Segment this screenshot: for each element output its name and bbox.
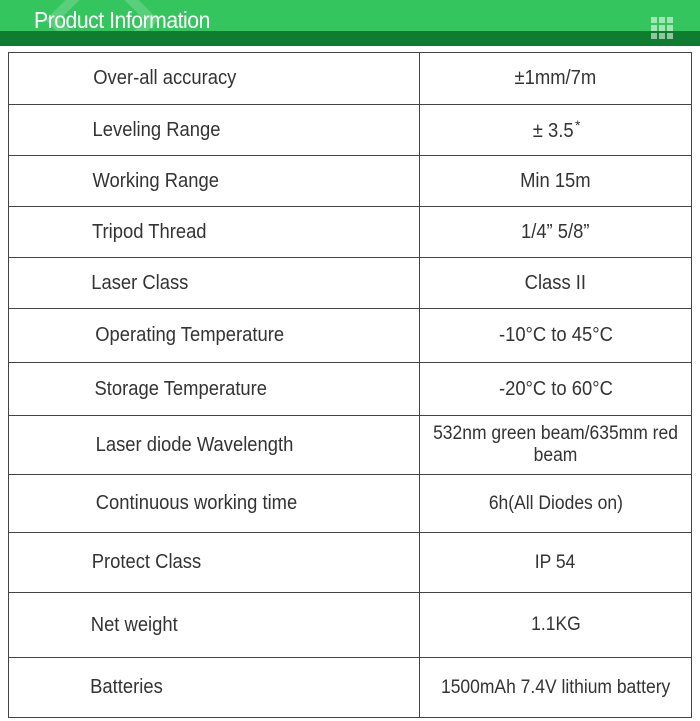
spec-label-cell: Leveling Range — [8, 104, 420, 156]
spec-value: -20°C to 60°C — [498, 377, 613, 400]
spec-label-cell: Tripod Thread — [8, 206, 420, 258]
spec-row: Batteries 1500mAh 7.4V lithium battery — [8, 657, 692, 718]
spec-label-cell: Continuous working time — [8, 474, 420, 533]
spec-label-cell: Working Range — [8, 155, 420, 207]
spec-label: Operating Temperature — [95, 324, 285, 346]
spec-label: Net weight — [90, 613, 178, 636]
spec-value: 6h(All Diodes on) — [488, 492, 623, 514]
spec-table: Over-all accuracy ±1mm/7m Leveling Range ± … — [8, 52, 692, 718]
spec-label-cell: Laser diode Wavelength — [8, 415, 420, 475]
spec-label: Over-all accuracy — [93, 67, 237, 89]
spec-label: Tripod Thread — [91, 220, 207, 243]
spec-row: Storage Temperature -20°C to 60°C — [8, 362, 692, 416]
grid-icon — [651, 17, 673, 39]
spec-label-cell: Storage Temperature — [8, 362, 420, 416]
spec-label: Continuous working time — [95, 492, 298, 514]
spec-value: ±1mm/7m — [514, 67, 597, 89]
spec-value-cell: ± 3.5 * — [419, 104, 692, 156]
spec-row: Tripod Thread 1/4” 5/8” — [8, 206, 692, 258]
spec-row: Protect Class IP 54 — [8, 532, 692, 593]
spec-value: Min 15m — [520, 169, 591, 192]
spec-row: Over-all accuracy ±1mm/7m — [8, 52, 692, 105]
section-header: Product Information — [0, 0, 700, 46]
spec-value: 1/4” 5/8” — [521, 220, 590, 243]
spec-label-cell: Laser Class — [8, 257, 420, 309]
spec-value-cell: -20°C to 60°C — [419, 362, 692, 416]
spec-value-cell: 532nm green beam/635mm red beam — [419, 415, 692, 475]
spec-row: Laser diode Wavelength 532nm green beam/6… — [8, 415, 692, 475]
section-title: Product Information — [34, 7, 210, 33]
spec-value-cell: ±1mm/7m — [419, 52, 692, 105]
spec-label: Storage Temperature — [94, 377, 268, 400]
spec-value: 532nm green beam/635mm red beam — [433, 423, 678, 466]
spec-value-cell: 1/4” 5/8” — [419, 206, 692, 258]
spec-row: Working Range Min 15m — [8, 155, 692, 207]
spec-value: -10°C to 45°C — [498, 324, 613, 346]
spec-row: Leveling Range ± 3.5 * — [8, 104, 692, 156]
spec-value: Class II — [524, 271, 587, 294]
spec-label-cell: Net weight — [8, 592, 420, 658]
spec-label: Protect Class — [91, 551, 202, 573]
spec-label: Working Range — [92, 169, 219, 192]
spec-label: Leveling Range — [92, 118, 221, 141]
spec-value: IP 54 — [535, 551, 576, 573]
spec-label: Laser Class — [91, 271, 189, 294]
spec-value-cell: 1.1KG — [419, 592, 692, 658]
spec-row: Laser Class Class II — [8, 257, 692, 309]
spec-value-cell: Min 15m — [419, 155, 692, 207]
spec-row: Operating Temperature -10°C to 45°C — [8, 308, 692, 363]
spec-label-cell: Batteries — [8, 657, 420, 718]
spec-note: * — [574, 116, 581, 133]
spec-row: Continuous working time 6h(All Diodes on) — [8, 474, 692, 533]
spec-value-cell: Class II — [419, 257, 692, 309]
spec-value: 1.1KG — [530, 614, 581, 635]
spec-row: Net weight 1.1KG — [8, 592, 692, 658]
spec-label-cell: Operating Temperature — [8, 308, 420, 363]
spec-value: 1500mAh 7.4V lithium battery — [440, 676, 671, 698]
spec-value-cell: -10°C to 45°C — [419, 308, 692, 363]
spec-value-cell: IP 54 — [419, 532, 692, 593]
spec-value-cell: 6h(All Diodes on) — [419, 474, 692, 533]
spec-label: Batteries — [90, 676, 163, 698]
spec-label-cell: Protect Class — [8, 532, 420, 593]
spec-value-cell: 1500mAh 7.4V lithium battery — [419, 657, 692, 718]
spec-label-cell: Over-all accuracy — [8, 52, 420, 105]
spec-label: Laser diode Wavelength — [95, 433, 294, 456]
spec-value: ± 3.5 — [532, 120, 574, 143]
